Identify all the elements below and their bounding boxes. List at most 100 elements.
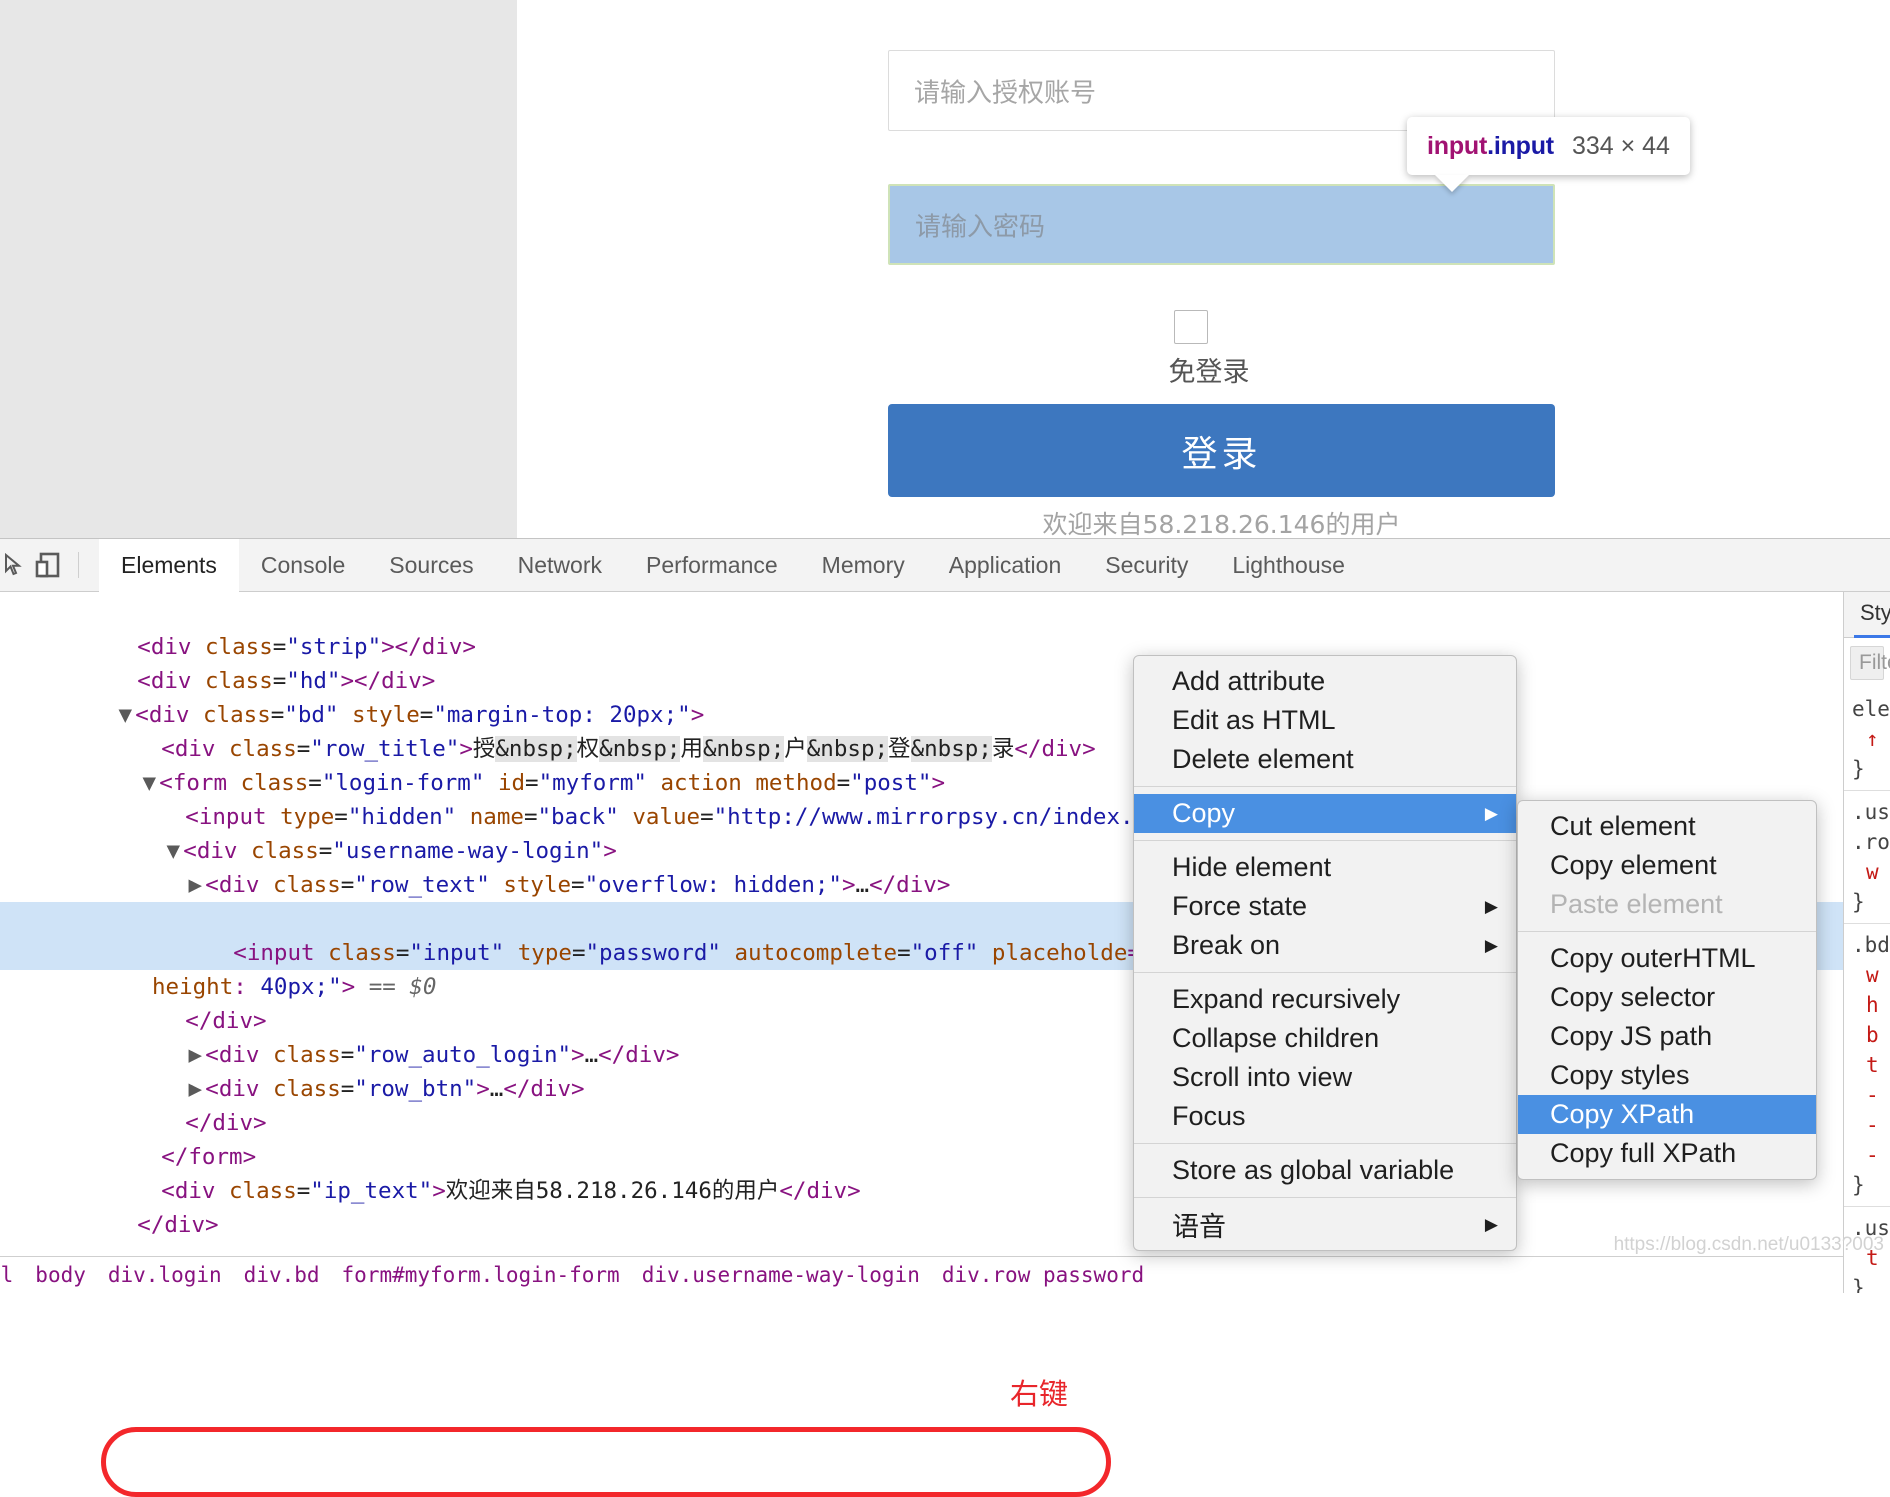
dom-line[interactable]: <input type="hidden" name="back" value="… [0,766,1843,830]
context-menu[interactable]: Add attribute Edit as HTML Delete element C… [1133,655,1517,1251]
menu-item-hide-element[interactable]: Hide element [1134,848,1516,887]
menu-item-label: Copy styles [1550,1060,1690,1090]
account-input-placeholder: 请输入授权账号 [914,78,1097,108]
menu-item-label: Copy element [1550,850,1717,880]
browser-page-viewport: 请输入授权账号 请输入密码 input.input 334 × 44 免登录 登… [0,0,1890,538]
menu-item-expand-recursively[interactable]: Expand recursively [1134,980,1516,1019]
right-click-annotation: 右键 [1010,1377,1069,1411]
menu-item-label: Copy selector [1550,982,1716,1012]
toggle-device-toolbar-icon[interactable] [28,545,68,585]
tab-sources[interactable]: Sources [367,539,495,592]
login-button[interactable]: 登录 [888,404,1555,497]
css-rule-block[interactable]: .bd w h b t - - - } [1844,924,1890,1207]
submenu-arrow-icon: ▶ [1484,897,1498,916]
submenu-item-paste-element: Paste element [1518,885,1816,924]
auto-login-checkbox[interactable] [1174,310,1208,344]
watermark: https://blog.csdn.net/u0133?003 [1613,1234,1884,1255]
menu-item-collapse-children[interactable]: Collapse children [1134,1019,1516,1058]
password-input-placeholder: 请输入密码 [915,212,1046,242]
ip-welcome-text: 欢迎来自58.218.26.146的用户 [1042,510,1401,538]
menu-item-store-as-global-variable[interactable]: Store as global variable [1134,1151,1516,1190]
tab-console[interactable]: Console [239,539,367,592]
breadcrumb-item[interactable]: ml [0,1263,13,1287]
menu-item-copy[interactable]: Copy ▶ [1134,794,1516,833]
breadcrumb-item[interactable]: div.row password [942,1263,1144,1287]
inspect-element-icon[interactable] [0,545,28,585]
element-inspector-tooltip: input.input 334 × 44 [1407,117,1690,175]
devtools-tab-strip: Elements Console Sources Network Performance… [99,538,1367,592]
submenu-item-copy-xpath[interactable]: Copy XPath [1518,1095,1816,1134]
submenu-item-cut-element[interactable]: Cut element [1518,807,1816,846]
styles-tab-bar: Sty [1844,592,1890,638]
menu-item-delete-element[interactable]: Delete element [1134,740,1516,779]
menu-item-label: Store as global variable [1172,1155,1455,1185]
menu-item-label: Delete element [1172,744,1354,774]
submenu-item-copy-full-xpath[interactable]: Copy full XPath [1518,1134,1816,1173]
tab-styles[interactable]: Sty [1854,592,1890,638]
submenu-arrow-icon: ▶ [1484,804,1498,823]
menu-item-label: Scroll into view [1172,1062,1353,1092]
tab-application[interactable]: Application [927,539,1084,592]
menu-separator [1518,931,1816,932]
menu-item-label: Add attribute [1172,666,1326,696]
menu-item-edit-as-html[interactable]: Edit as HTML [1134,701,1516,740]
dom-line[interactable]: ▼ <form class="login-form" id="myform" ac… [0,732,1843,796]
submenu-item-copy-selector[interactable]: Copy selector [1518,978,1816,1017]
submenu-item-copy-outerhtml[interactable]: Copy outerHTML [1518,939,1816,978]
dom-line[interactable]: <div class="hd"></div> [0,630,1843,694]
submenu-arrow-icon: ▶ [1484,936,1498,955]
inspector-tag-name: input.input [1427,131,1554,160]
css-rule-block[interactable]: ele ↑ } [1844,688,1890,791]
dom-line[interactable]: <!-- END LOGIN FORM --> [0,1208,1843,1240]
breadcrumb-item[interactable]: form#myform.login-form [342,1263,620,1287]
breadcrumb-item[interactable]: div.bd [244,1263,320,1287]
menu-item-force-state[interactable]: Force state ▶ [1134,887,1516,926]
auto-login-label: 免登录 [1168,357,1250,388]
submenu-item-copy-element[interactable]: Copy element [1518,846,1816,885]
css-rule-block[interactable]: .us .ro w } [1844,791,1890,924]
menu-item-label: Focus [1172,1101,1246,1131]
menu-item-focus[interactable]: Focus [1134,1097,1516,1136]
tab-lighthouse[interactable]: Lighthouse [1210,539,1367,592]
menu-item-label: Copy full XPath [1550,1138,1737,1168]
menu-item-label: 语音 [1172,1212,1226,1242]
password-input-highlighted[interactable]: 请输入密码 [888,184,1555,265]
menu-separator [1134,1143,1516,1144]
menu-item-scroll-into-view[interactable]: Scroll into view [1134,1058,1516,1097]
menu-separator [1134,840,1516,841]
submenu-item-copy-styles[interactable]: Copy styles [1518,1056,1816,1095]
styles-pane: Sty Filte ele ↑ } .us .ro w } .bd w h b … [1843,592,1890,1293]
breadcrumb-item[interactable]: body [35,1263,86,1287]
menu-item-语音[interactable]: 语音 ▶ [1134,1205,1516,1244]
menu-item-label: Copy XPath [1550,1099,1695,1129]
menu-item-label: Break on [1172,930,1281,960]
menu-item-break-on[interactable]: Break on ▶ [1134,926,1516,965]
menu-separator [1134,972,1516,973]
breadcrumb-item[interactable]: div.login [108,1263,222,1287]
dom-line[interactable]: <div class="strip"></div> [0,596,1843,660]
breadcrumb-item[interactable]: div.username-way-login [642,1263,920,1287]
tab-memory[interactable]: Memory [800,539,927,592]
submenu-arrow-icon: ▶ [1484,1215,1498,1234]
menu-item-label: Copy [1172,798,1236,828]
tab-network[interactable]: Network [496,539,624,592]
login-card: 请输入授权账号 请输入密码 input.input 334 × 44 免登录 登… [517,0,1890,538]
menu-item-label: Force state [1172,891,1308,921]
menu-separator [1134,786,1516,787]
red-highlight-annotation [101,1427,1111,1497]
tab-performance[interactable]: Performance [624,539,800,592]
dom-line[interactable]: ▼ <div class="bd" style="margin-top: 20px… [0,664,1843,728]
styles-filter-input[interactable]: Filte [1850,646,1890,680]
tab-security[interactable]: Security [1083,539,1210,592]
menu-item-label: Paste element [1550,889,1723,919]
dom-line[interactable]: <div class="row_title">授&nbsp;权&nbsp;用&n… [0,698,1843,762]
menu-item-label: Collapse children [1172,1023,1380,1053]
page-left-gray-area [0,0,517,538]
menu-item-add-attribute[interactable]: Add attribute [1134,662,1516,701]
menu-separator [1134,1197,1516,1198]
submenu-item-copy-js-path[interactable]: Copy JS path [1518,1017,1816,1056]
menu-item-label: Edit as HTML [1172,705,1336,735]
tab-elements[interactable]: Elements [99,538,239,592]
context-submenu-copy[interactable]: Cut element Copy element Paste element Copy… [1517,800,1817,1180]
menu-item-label: Copy JS path [1550,1021,1713,1051]
